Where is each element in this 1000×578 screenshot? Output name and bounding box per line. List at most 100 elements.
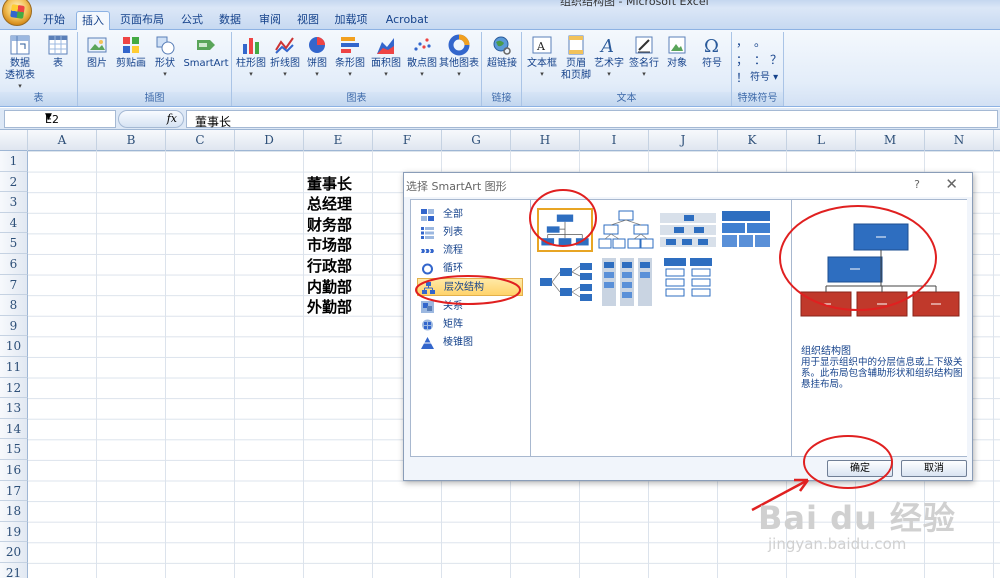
- scatter-chart-button[interactable]: 散点图 ▾: [404, 32, 440, 78]
- row-header-7[interactable]: 7: [0, 274, 28, 296]
- column-header-h[interactable]: H: [511, 130, 580, 151]
- row-header-3[interactable]: 3: [0, 192, 28, 213]
- insert-function-control[interactable]: fx: [118, 110, 184, 128]
- column-header-b[interactable]: B: [97, 130, 166, 151]
- ok-button[interactable]: 确定: [827, 460, 893, 477]
- header-footer-button[interactable]: 页眉 和页脚: [560, 32, 592, 82]
- cell-e5[interactable]: 市场部: [307, 234, 352, 255]
- column-header-i[interactable]: I: [580, 130, 649, 151]
- bar-chart-button[interactable]: 条形图 ▾: [332, 32, 368, 78]
- column-header-f[interactable]: F: [373, 130, 442, 151]
- select-all-corner[interactable]: [0, 130, 28, 151]
- category-matrix[interactable]: 矩阵: [417, 316, 523, 334]
- close-icon[interactable]: ✕: [945, 175, 958, 193]
- shapes-button[interactable]: 形状 ▾: [150, 32, 180, 78]
- row-header-17[interactable]: 17: [0, 480, 28, 502]
- cell-e7[interactable]: 内勤部: [307, 276, 352, 297]
- cell-e4[interactable]: 财务部: [307, 214, 352, 235]
- category-process[interactable]: 流程: [417, 242, 523, 260]
- layout-labeled-hierarchy[interactable]: [660, 208, 716, 252]
- row-header-6[interactable]: 6: [0, 254, 28, 275]
- row-header-5[interactable]: 5: [0, 233, 28, 254]
- layout-table-hierarchy[interactable]: [718, 208, 774, 252]
- row-header-18[interactable]: 18: [0, 501, 28, 522]
- symbol-period-button[interactable]: 。: [754, 36, 766, 48]
- row-header-2[interactable]: 2: [0, 171, 28, 193]
- column-header-k[interactable]: K: [718, 130, 787, 151]
- layout-vertical-list-hierarchy[interactable]: [660, 256, 716, 308]
- pivot-table-button[interactable]: 数据 透视表 ▾: [2, 32, 38, 90]
- pie-chart-button[interactable]: 饼图 ▾: [302, 32, 332, 78]
- layout-horizontal-hierarchy[interactable]: [538, 260, 594, 304]
- formula-input[interactable]: 董事长: [186, 110, 998, 129]
- area-chart-button[interactable]: 面积图 ▾: [368, 32, 404, 78]
- column-header-g[interactable]: G: [442, 130, 511, 151]
- textbox-button[interactable]: A 文本框 ▾: [524, 32, 560, 78]
- column-chart-button[interactable]: 柱形图 ▾: [234, 32, 268, 78]
- other-charts-button[interactable]: 其他图表 ▾: [438, 32, 480, 78]
- picture-button[interactable]: 图片: [82, 32, 112, 70]
- tab-insert[interactable]: 插入: [76, 11, 110, 30]
- cell-e8[interactable]: 外勤部: [307, 296, 352, 317]
- name-box[interactable]: E2 ▼: [4, 110, 116, 128]
- tab-addins[interactable]: 加载项: [328, 11, 374, 30]
- row-header-1[interactable]: 1: [0, 151, 28, 172]
- row-header-15[interactable]: 15: [0, 439, 28, 460]
- row-header-10[interactable]: 10: [0, 336, 28, 357]
- row-header-9[interactable]: 9: [0, 315, 28, 337]
- fx-icon[interactable]: fx: [167, 112, 177, 125]
- category-hierarchy[interactable]: 层次结构: [417, 278, 523, 296]
- cell-e6[interactable]: 行政部: [307, 255, 352, 276]
- cell-e2[interactable]: 董事长: [307, 173, 352, 194]
- symbol-button[interactable]: Ω 符号: [694, 32, 730, 70]
- tab-acrobat[interactable]: Acrobat: [380, 11, 434, 30]
- row-header-13[interactable]: 13: [0, 398, 28, 419]
- column-header-n[interactable]: N: [925, 130, 994, 151]
- tab-formulas[interactable]: 公式: [172, 11, 212, 30]
- category-cycle[interactable]: 循环: [417, 260, 523, 278]
- category-all[interactable]: 全部: [417, 206, 523, 224]
- tab-review[interactable]: 审阅: [252, 11, 288, 30]
- row-header-16[interactable]: 16: [0, 460, 28, 481]
- symbol-comma-button[interactable]: ，: [736, 36, 748, 48]
- symbol-semicolon-button[interactable]: ；: [736, 54, 748, 66]
- clipart-button[interactable]: 剪贴画: [114, 32, 148, 70]
- table-button[interactable]: 表: [42, 32, 74, 70]
- column-header-d[interactable]: D: [235, 130, 304, 151]
- cancel-button[interactable]: 取消: [901, 460, 967, 477]
- column-header-e[interactable]: E: [304, 130, 373, 151]
- tab-data[interactable]: 数据: [212, 11, 248, 30]
- row-header-11[interactable]: 11: [0, 357, 28, 378]
- line-chart-button[interactable]: 折线图 ▾: [268, 32, 302, 78]
- symbol-exclamation-button[interactable]: ！: [736, 72, 748, 84]
- column-header-j[interactable]: J: [649, 130, 718, 151]
- symbol-dropdown-button[interactable]: 符号 ▾: [750, 72, 778, 84]
- chevron-down-icon[interactable]: ▼: [45, 112, 112, 122]
- category-pyramid[interactable]: 棱锥图: [417, 334, 523, 352]
- signature-line-button[interactable]: 签名行 ▾: [626, 32, 662, 78]
- tab-page-layout[interactable]: 页面布局: [114, 11, 170, 30]
- row-header-8[interactable]: 8: [0, 295, 28, 316]
- layout-hierarchy-list[interactable]: [600, 256, 656, 308]
- help-icon[interactable]: ?: [914, 178, 920, 191]
- cell-e3[interactable]: 总经理: [307, 193, 352, 214]
- layout-hierarchy[interactable]: [598, 208, 654, 252]
- column-header-c[interactable]: C: [166, 130, 235, 151]
- column-header-l[interactable]: L: [787, 130, 856, 151]
- hyperlink-button[interactable]: 超链接: [484, 32, 520, 70]
- object-button[interactable]: 对象: [662, 32, 692, 70]
- symbol-question-button[interactable]: ？: [770, 54, 782, 66]
- tab-home[interactable]: 开始: [34, 11, 74, 30]
- row-header-19[interactable]: 19: [0, 521, 28, 543]
- category-list-item[interactable]: 列表: [417, 224, 523, 242]
- wordart-button[interactable]: A 艺术字 ▾: [592, 32, 626, 78]
- column-header-m[interactable]: M: [856, 130, 925, 151]
- column-header-a[interactable]: A: [28, 130, 97, 151]
- row-header-14[interactable]: 14: [0, 418, 28, 440]
- row-header-20[interactable]: 20: [0, 542, 28, 563]
- tab-view[interactable]: 视图: [290, 11, 326, 30]
- symbol-colon-button[interactable]: ：: [754, 54, 766, 66]
- category-relationship[interactable]: 关系: [417, 298, 523, 316]
- row-header-4[interactable]: 4: [0, 212, 28, 234]
- row-header-12[interactable]: 12: [0, 377, 28, 399]
